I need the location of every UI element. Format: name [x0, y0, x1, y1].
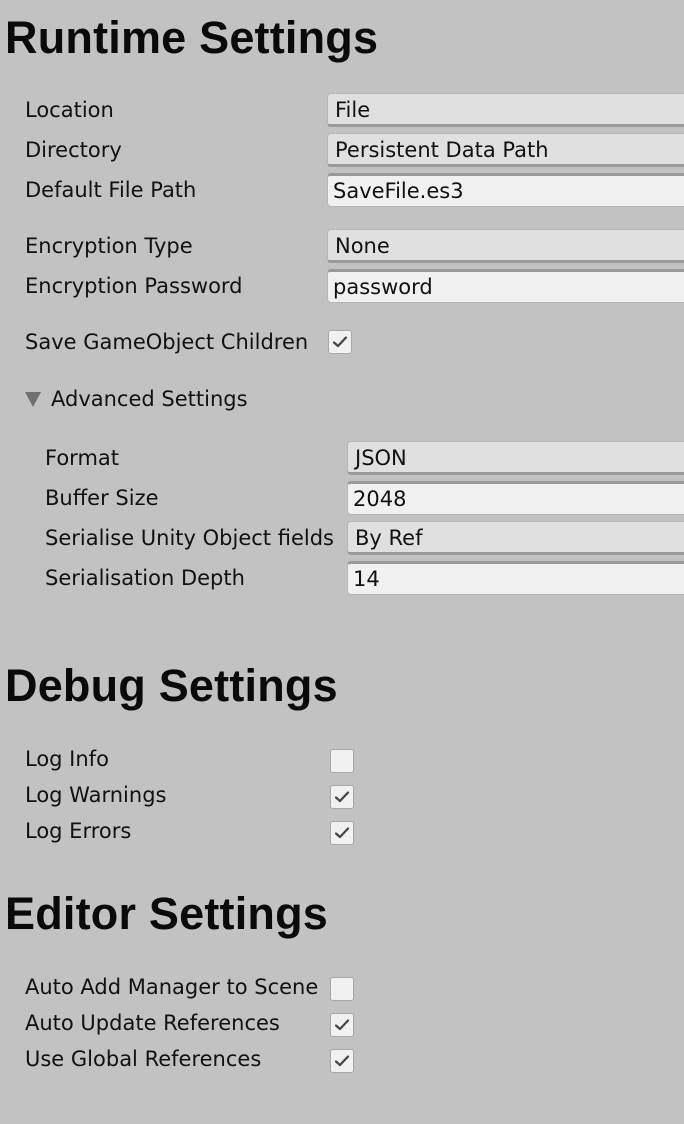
auto-update-references-checkbox[interactable] — [330, 1013, 354, 1037]
buffer-size-input[interactable]: 2048 — [347, 481, 684, 515]
checkmark-icon — [334, 791, 350, 803]
advanced-settings-foldout[interactable]: Advanced Settings — [25, 384, 248, 414]
triangle-down-icon — [25, 391, 41, 407]
advanced-settings-label: Advanced Settings — [51, 387, 248, 411]
location-label: Location — [25, 98, 114, 122]
auto-update-references-label: Auto Update References — [25, 1011, 280, 1035]
log-errors-label: Log Errors — [25, 819, 132, 843]
serialisation-depth-label: Serialisation Depth — [45, 566, 245, 590]
default-file-path-label: Default File Path — [25, 178, 197, 202]
directory-dropdown[interactable]: Persistent Data Path — [327, 133, 684, 167]
use-global-references-label: Use Global References — [25, 1047, 262, 1071]
runtime-settings-heading: Runtime Settings — [5, 12, 379, 63]
encryption-type-label: Encryption Type — [25, 234, 193, 258]
format-dropdown[interactable]: JSON — [347, 441, 684, 475]
debug-settings-heading: Debug Settings — [5, 660, 338, 711]
serialise-unity-object-fields-dropdown[interactable]: By Ref — [347, 521, 684, 555]
encryption-password-input[interactable]: password — [327, 269, 684, 303]
checkmark-icon — [332, 336, 348, 348]
serialise-unity-object-fields-label: Serialise Unity Object fields — [45, 526, 334, 550]
log-warnings-label: Log Warnings — [25, 783, 167, 807]
use-global-references-checkbox[interactable] — [330, 1049, 354, 1073]
directory-label: Directory — [25, 138, 122, 162]
log-info-checkbox[interactable] — [330, 749, 354, 773]
auto-add-manager-label: Auto Add Manager to Scene — [25, 975, 319, 999]
default-file-path-input[interactable]: SaveFile.es3 — [327, 173, 684, 207]
encryption-type-dropdown[interactable]: None — [327, 229, 684, 263]
log-errors-checkbox[interactable] — [330, 821, 354, 845]
format-label: Format — [45, 446, 120, 470]
checkmark-icon — [334, 827, 350, 839]
checkmark-icon — [334, 1019, 350, 1031]
location-dropdown[interactable]: File — [327, 93, 684, 127]
encryption-password-label: Encryption Password — [25, 274, 243, 298]
editor-settings-heading: Editor Settings — [5, 888, 329, 939]
checkmark-icon — [334, 1055, 350, 1067]
save-children-label: Save GameObject Children — [25, 330, 309, 354]
save-children-checkbox[interactable] — [328, 330, 352, 354]
serialisation-depth-input[interactable]: 14 — [347, 561, 684, 595]
auto-add-manager-checkbox[interactable] — [330, 977, 354, 1001]
log-warnings-checkbox[interactable] — [330, 785, 354, 809]
buffer-size-label: Buffer Size — [45, 486, 159, 510]
log-info-label: Log Info — [25, 747, 109, 771]
